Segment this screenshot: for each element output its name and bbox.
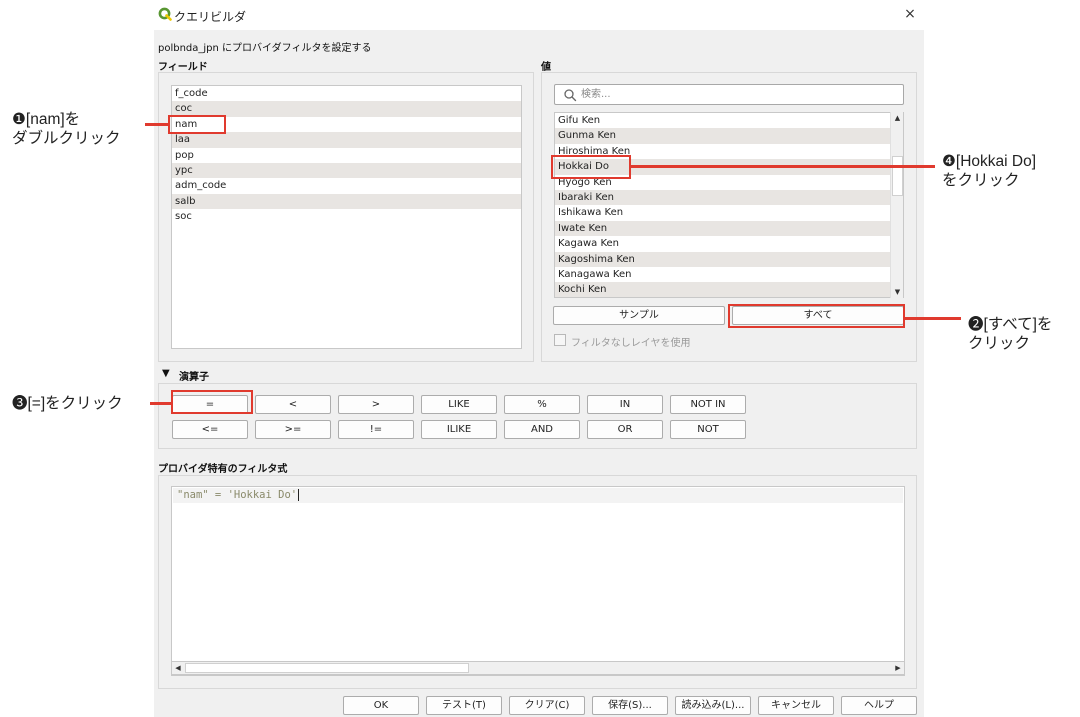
operator-ilike-button[interactable]: ILIKE xyxy=(421,420,497,439)
value-item[interactable]: Hokkai Do xyxy=(555,159,903,175)
dialog-description: polbnda_jpn にプロバイダフィルタを設定する xyxy=(158,43,372,54)
value-item[interactable]: Kagoshima Ken xyxy=(555,251,903,267)
field-item-soc[interactable]: soc xyxy=(172,209,521,224)
values-search[interactable] xyxy=(554,84,904,105)
values-list[interactable]: Gifu Ken Gunma Ken Hiroshima Ken Hokkai Do H… xyxy=(554,112,904,298)
annotation-step2-line2: クリック xyxy=(968,335,1031,352)
field-item-coc[interactable]: coc xyxy=(172,101,521,117)
operator-not-equal-button[interactable]: != xyxy=(338,420,414,439)
scroll-left-icon[interactable]: ◀ xyxy=(172,662,184,674)
scroll-right-icon[interactable]: ▶ xyxy=(892,662,904,674)
fields-label: フィールド xyxy=(158,62,208,73)
expression-text: "nam" = 'Hokkai Do' xyxy=(177,489,300,501)
clear-button[interactable]: クリア(C) xyxy=(509,696,585,715)
field-item-pop[interactable]: pop xyxy=(172,148,521,163)
field-item-laa[interactable]: laa xyxy=(172,132,521,148)
operator-not-in-button[interactable]: NOT IN xyxy=(670,395,746,414)
window-title: クエリビルダ xyxy=(174,10,247,24)
annotation-step1-line2: ダブルクリック xyxy=(12,130,121,147)
sample-button[interactable]: サンプル xyxy=(553,306,725,325)
values-label: 値 xyxy=(541,62,551,73)
value-item[interactable]: Kanagawa Ken xyxy=(555,267,903,282)
value-item[interactable]: Ishikawa Ken xyxy=(555,205,903,220)
annotation-step4-line1: ❹[Hokkai Do] xyxy=(942,153,1037,170)
value-item[interactable]: Iwate Ken xyxy=(555,220,903,237)
load-button[interactable]: 読み込み(L)... xyxy=(675,696,751,715)
annotation-step1-line1: ❶[nam]を xyxy=(12,111,81,128)
value-item[interactable]: Kagawa Ken xyxy=(555,236,903,251)
cancel-button[interactable]: キャンセル xyxy=(758,696,834,715)
search-input[interactable] xyxy=(581,87,899,102)
field-item-nam[interactable]: nam xyxy=(172,117,521,132)
ok-button[interactable]: OK xyxy=(343,696,419,715)
annotation-step3-line1: ❸[=]をクリック xyxy=(12,395,123,412)
all-button[interactable]: すべて xyxy=(732,306,904,325)
expression-label: プロバイダ特有のフィルタ式 xyxy=(158,464,288,475)
annotation-step1: ❶[nam]を ダブルクリック xyxy=(12,110,121,148)
value-item[interactable]: Ibaraki Ken xyxy=(555,189,903,206)
operator-not-button[interactable]: NOT xyxy=(670,420,746,439)
expression-hscrollbar[interactable]: ◀ ▶ xyxy=(171,661,905,675)
use-unfiltered-layer-label: フィルタなしレイヤを使用 xyxy=(571,338,691,349)
query-builder-dialog: クエリビルダ × polbnda_jpn にプロバイダフィルタを設定する フィー… xyxy=(154,0,924,717)
title-bar: クエリビルダ × xyxy=(154,0,924,30)
field-item-ypc[interactable]: ypc xyxy=(172,162,521,179)
operator-like-button[interactable]: LIKE xyxy=(421,395,497,414)
operator-equals-button[interactable]: = xyxy=(172,395,248,414)
values-scrollbar[interactable]: ▲ ▼ xyxy=(890,112,903,298)
annotation-step2: ❷[すべて]を クリック xyxy=(968,315,1052,353)
fields-list[interactable]: f_code coc nam laa pop ypc adm_code salb soc xyxy=(171,85,522,349)
expression-value: "nam" = 'Hokkai Do' xyxy=(177,489,298,501)
collapse-operators-icon[interactable]: ▼ xyxy=(162,368,170,379)
operator-and-button[interactable]: AND xyxy=(504,420,580,439)
text-caret xyxy=(298,489,300,501)
operators-group xyxy=(158,383,917,449)
save-button[interactable]: 保存(S)... xyxy=(592,696,668,715)
hscroll-thumb[interactable] xyxy=(185,663,469,673)
operator-less-equal-button[interactable]: <= xyxy=(172,420,248,439)
test-button[interactable]: テスト(T) xyxy=(426,696,502,715)
field-item-salb[interactable]: salb xyxy=(172,193,521,210)
close-icon[interactable]: × xyxy=(902,6,918,22)
search-icon xyxy=(564,89,577,102)
scroll-thumb[interactable] xyxy=(892,156,903,196)
value-item[interactable]: Gifu Ken xyxy=(555,113,903,128)
value-item[interactable]: Kochi Ken xyxy=(555,282,903,297)
annotation-step2-line1: ❷[すべて]を xyxy=(968,316,1053,333)
expression-current-line: "nam" = 'Hokkai Do' xyxy=(173,488,903,503)
operators-label: 演算子 xyxy=(179,372,209,383)
expression-editor[interactable]: "nam" = 'Hokkai Do' xyxy=(171,486,905,676)
help-button[interactable]: ヘルプ xyxy=(841,696,917,715)
use-unfiltered-layer-checkbox[interactable] xyxy=(554,334,566,346)
operator-less-than-button[interactable]: < xyxy=(255,395,331,414)
annotation-step3: ❸[=]をクリック xyxy=(12,394,123,413)
value-item[interactable]: Hiroshima Ken xyxy=(555,144,903,159)
annotation-step4: ❹[Hokkai Do] をクリック xyxy=(942,152,1036,190)
value-item[interactable]: Gunma Ken xyxy=(555,128,903,144)
operator-greater-than-button[interactable]: > xyxy=(338,395,414,414)
value-item[interactable]: Hyogo Ken xyxy=(555,175,903,190)
qgis-app-icon xyxy=(158,7,172,21)
annotation-step4-line2: をクリック xyxy=(942,172,1020,189)
scroll-down-icon[interactable]: ▼ xyxy=(891,286,904,298)
field-item-adm-code[interactable]: adm_code xyxy=(172,178,521,193)
field-item-f-code[interactable]: f_code xyxy=(172,86,521,101)
operator-in-button[interactable]: IN xyxy=(587,395,663,414)
scroll-up-icon[interactable]: ▲ xyxy=(891,112,904,124)
operator-or-button[interactable]: OR xyxy=(587,420,663,439)
operator-greater-equal-button[interactable]: >= xyxy=(255,420,331,439)
operator-percent-button[interactable]: % xyxy=(504,395,580,414)
